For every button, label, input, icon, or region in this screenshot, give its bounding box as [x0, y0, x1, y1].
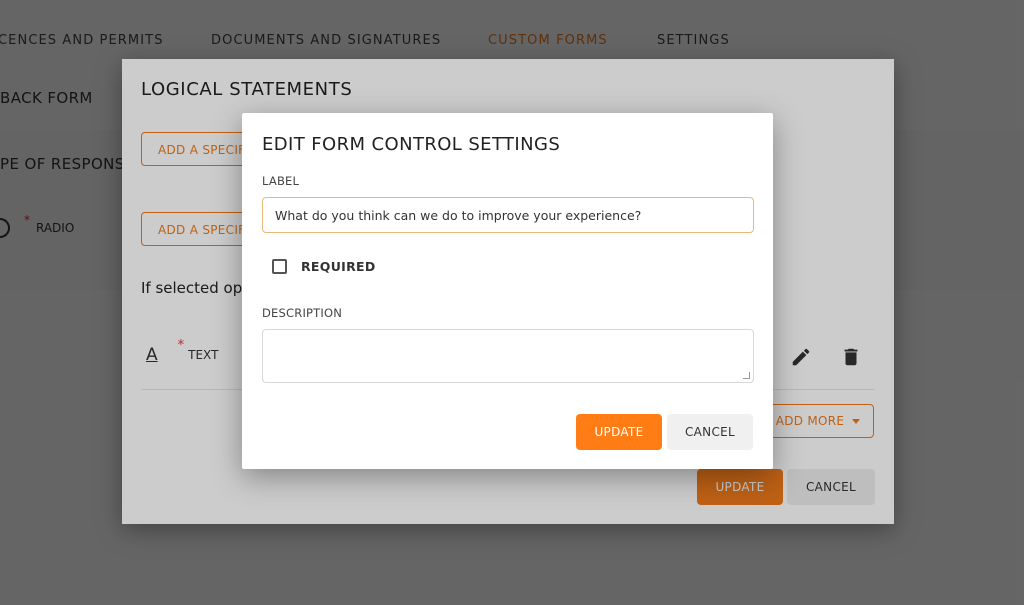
edit-dialog-title: EDIT FORM CONTROL SETTINGS — [262, 134, 561, 155]
required-label: REQUIRED — [301, 259, 376, 274]
required-checkbox[interactable] — [272, 259, 287, 274]
edit-form-control-dialog: EDIT FORM CONTROL SETTINGS LABEL REQUIRE… — [242, 113, 773, 469]
label-field-label: LABEL — [262, 174, 300, 188]
label-input[interactable] — [262, 197, 754, 233]
update-button[interactable]: UPDATE — [576, 414, 662, 450]
cancel-button[interactable]: CANCEL — [667, 414, 753, 450]
required-checkbox-row[interactable]: REQUIRED — [272, 259, 376, 274]
description-field-label: DESCRIPTION — [262, 306, 343, 320]
resize-handle-icon[interactable] — [743, 372, 750, 379]
description-textarea[interactable] — [262, 329, 754, 383]
